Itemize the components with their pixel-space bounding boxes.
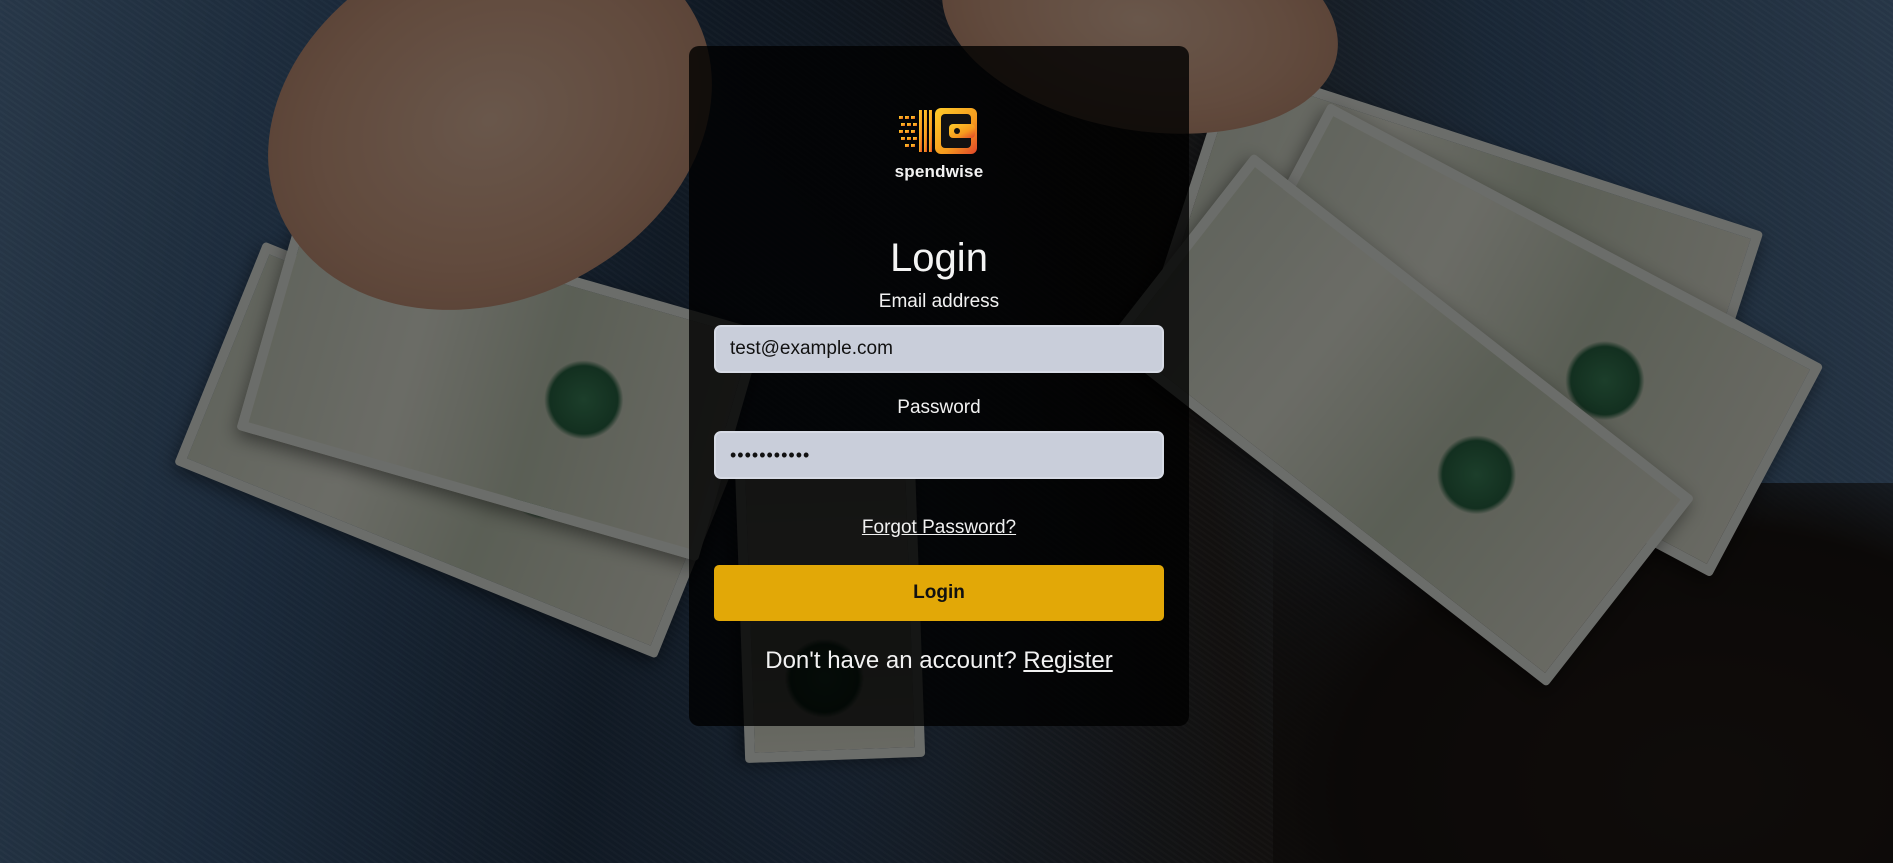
register-link[interactable]: Register xyxy=(1023,647,1112,674)
password-field[interactable]: ••••••••••• xyxy=(714,431,1164,479)
page-title: Login xyxy=(890,236,988,280)
login-button[interactable]: Login xyxy=(714,565,1164,621)
password-label: Password xyxy=(897,397,981,418)
email-value: test@example.com xyxy=(730,338,893,359)
email-label: Email address xyxy=(878,291,1000,312)
password-value: ••••••••••• xyxy=(730,444,811,465)
register-row: Don't have an account? Register xyxy=(765,647,1112,675)
brand-name: spendwise xyxy=(894,162,984,181)
brand-logo: spendwise xyxy=(895,106,984,182)
wallet-icon xyxy=(899,108,977,154)
register-prompt: Don't have an account? xyxy=(765,647,1017,674)
login-card: spendwise Login Email address test@examp… xyxy=(689,46,1189,726)
forgot-password-link[interactable]: Forgot Password? xyxy=(862,517,1016,539)
email-field[interactable]: test@example.com xyxy=(714,325,1164,373)
